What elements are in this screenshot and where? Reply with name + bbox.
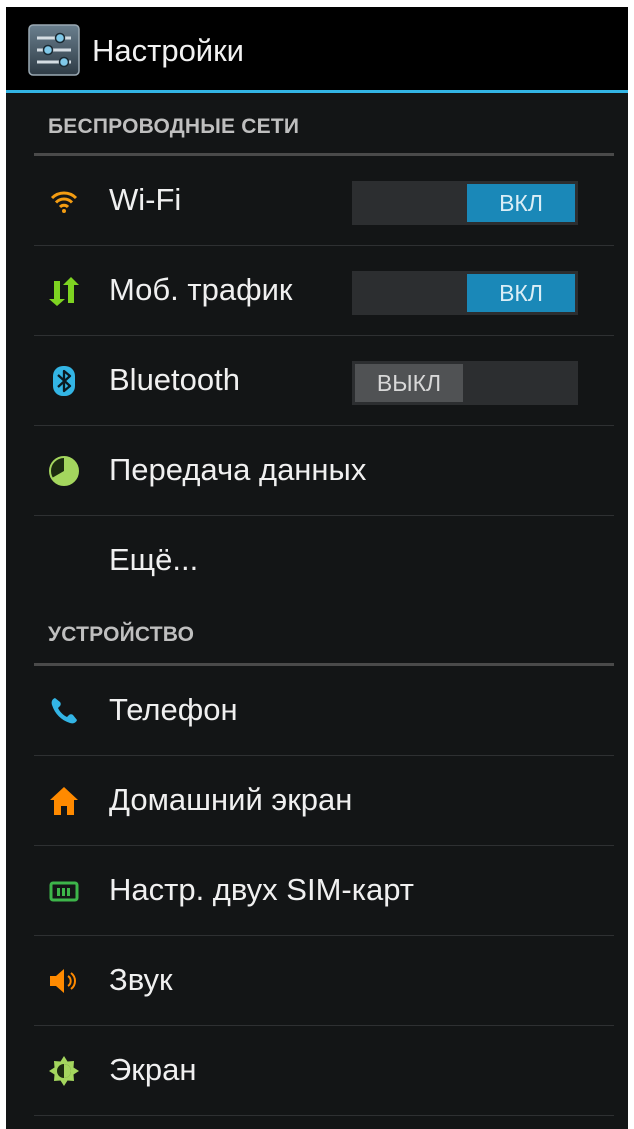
page-title: Настройки [92, 33, 245, 68]
more-label: Ещё... [109, 542, 199, 577]
mobile-data-label: Моб. трафик [109, 272, 293, 307]
section-header-device: УСТРОЙСТВО [34, 615, 614, 666]
mobile-data-toggle-state: ВКЛ [467, 274, 575, 312]
action-bar: Настройки [6, 7, 628, 93]
settings-item-bluetooth[interactable]: Bluetooth ВЫКЛ [6, 336, 628, 426]
wifi-toggle-state: ВКЛ [467, 184, 575, 222]
home-icon [50, 787, 78, 815]
section-title-wireless: БЕСПРОВОДНЫЕ СЕТИ [48, 115, 300, 138]
divider [34, 1115, 614, 1116]
wifi-icon [50, 191, 78, 213]
wifi-label: Wi-Fi [109, 182, 182, 217]
phone-label: Телефон [109, 692, 238, 727]
settings-screen: Настройки БЕСПРОВОДНЫЕ СЕТИ Wi-Fi ВКЛ Мо… [6, 7, 628, 1129]
settings-sliders-icon[interactable] [28, 24, 80, 76]
settings-item-more[interactable]: Ещё... [6, 516, 628, 604]
settings-item-data-usage[interactable]: Передача данных [6, 426, 628, 516]
bluetooth-toggle[interactable]: ВЫКЛ [352, 361, 578, 405]
mobile-data-toggle[interactable]: ВКЛ [352, 271, 578, 315]
section-title-device: УСТРОЙСТВО [48, 623, 195, 646]
phone-icon [51, 698, 77, 724]
dual-sim-label: Настр. двух SIM-карт [109, 872, 414, 907]
settings-item-display[interactable]: Экран [6, 1026, 628, 1116]
settings-item-wifi[interactable]: Wi-Fi ВКЛ [6, 156, 628, 246]
bluetooth-label: Bluetooth [109, 362, 240, 397]
pie-chart-icon [49, 456, 79, 486]
bluetooth-icon [53, 366, 75, 396]
wifi-toggle[interactable]: ВКЛ [352, 181, 578, 225]
sim-card-icon [49, 881, 79, 902]
data-arrows-icon [49, 277, 79, 306]
settings-item-home-screen[interactable]: Домашний экран [6, 756, 628, 846]
brightness-icon [49, 1056, 79, 1086]
home-screen-label: Домашний экран [109, 782, 353, 817]
display-label: Экран [109, 1052, 197, 1087]
settings-item-sound[interactable]: Звук [6, 936, 628, 1026]
speaker-icon [50, 969, 76, 993]
sound-label: Звук [109, 962, 173, 997]
bluetooth-toggle-state: ВЫКЛ [355, 364, 463, 402]
section-header-wireless: БЕСПРОВОДНЫЕ СЕТИ [34, 107, 614, 156]
settings-item-mobile-data[interactable]: Моб. трафик ВКЛ [6, 246, 628, 336]
settings-item-phone[interactable]: Телефон [6, 666, 628, 756]
settings-item-dual-sim[interactable]: Настр. двух SIM-карт [6, 846, 628, 936]
data-usage-label: Передача данных [109, 452, 367, 487]
